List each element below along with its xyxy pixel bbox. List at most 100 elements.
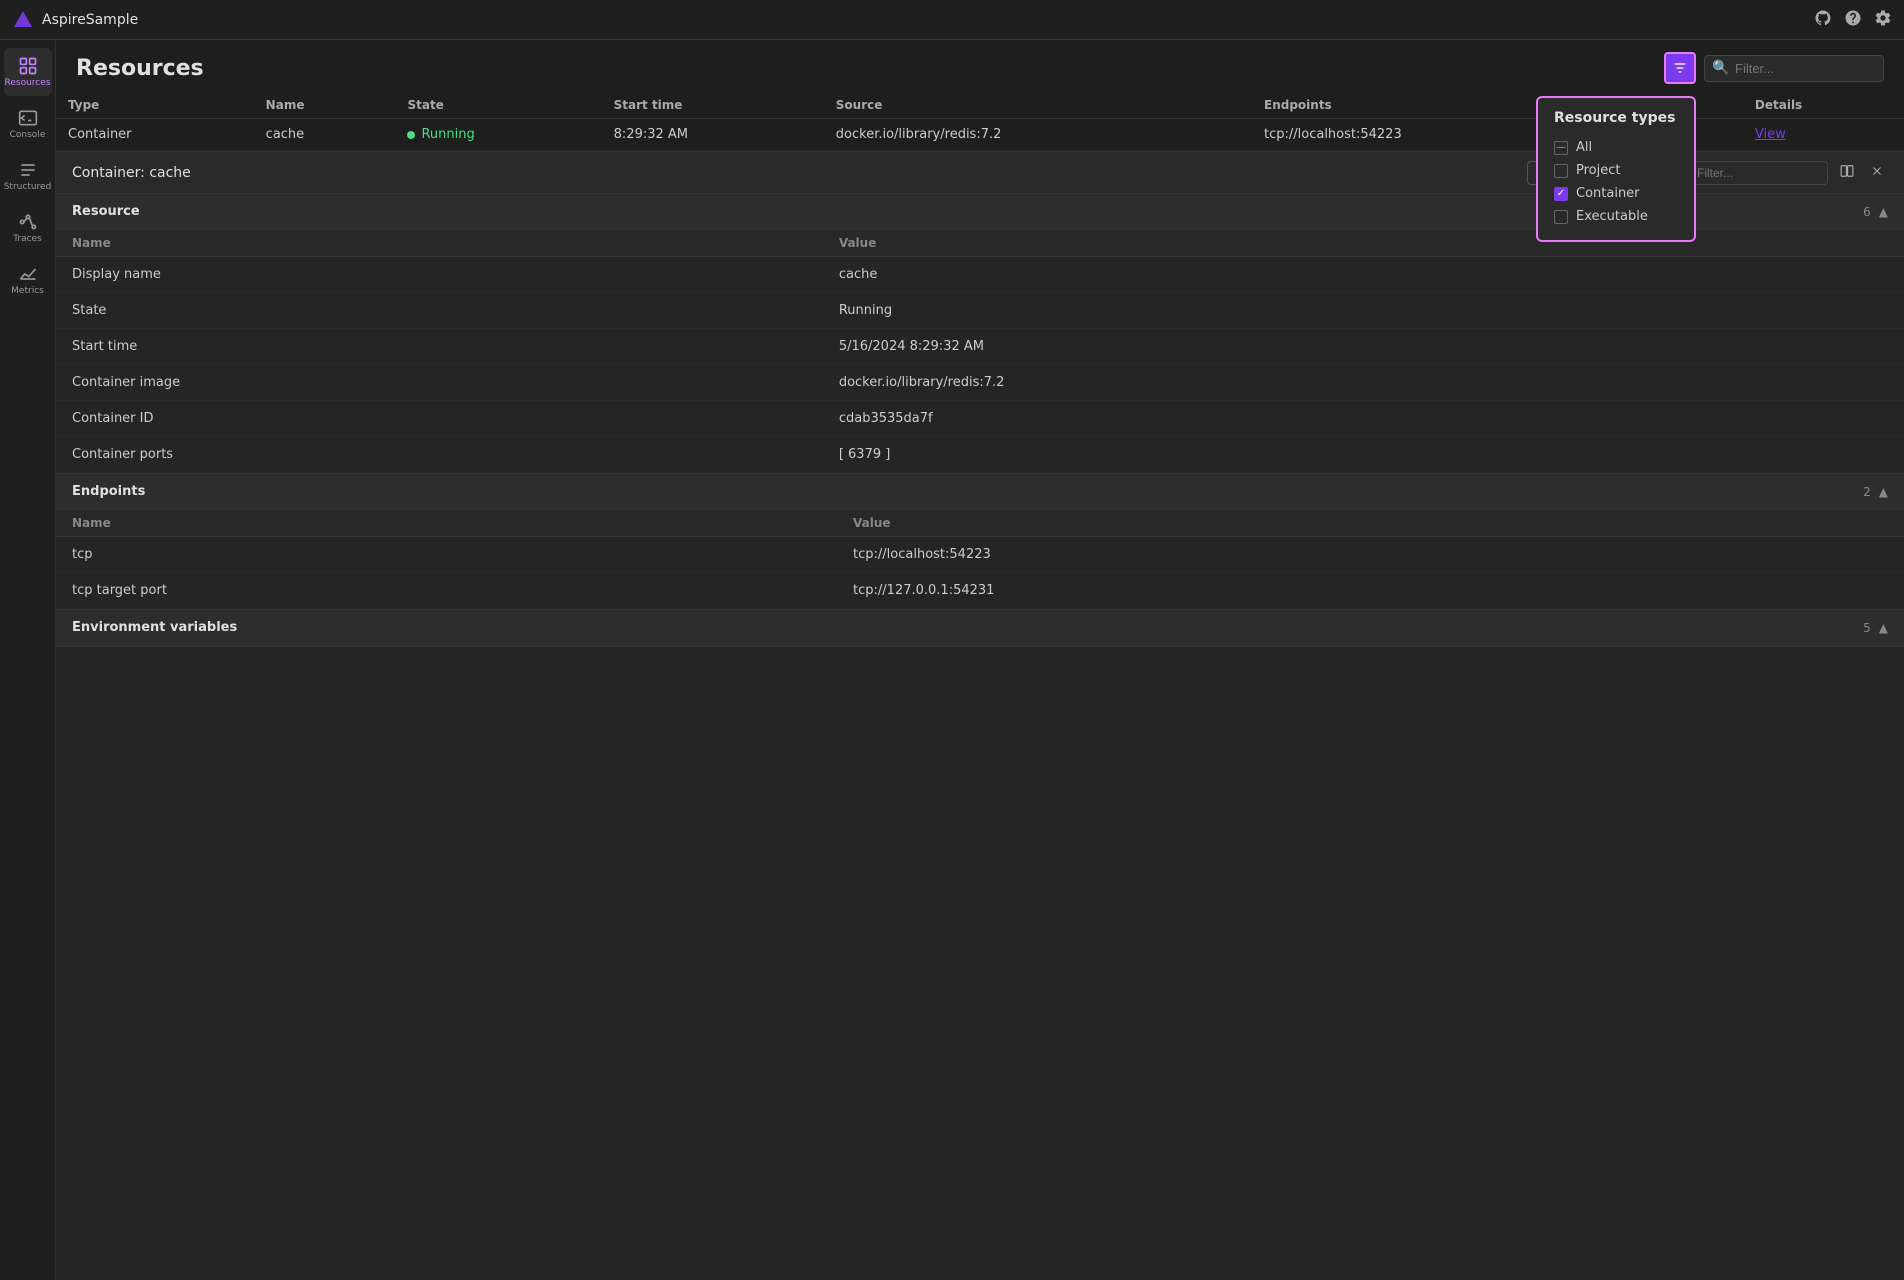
row-details[interactable]: View [1743, 119, 1904, 151]
col-start-time: Start time [602, 92, 824, 119]
endpoints-col-name: Name [56, 510, 837, 537]
help-icon[interactable] [1844, 9, 1862, 31]
resource-col-name: Name [56, 230, 823, 257]
main-layout: Resources Console Structured [0, 40, 1904, 1280]
resource-field-state: State [56, 293, 823, 329]
resource-field-display-name: Display name [56, 257, 823, 293]
sidebar-item-traces-label: Traces [13, 235, 42, 244]
resources-panel: Resources Resource types [56, 40, 1904, 151]
sidebar-item-structured[interactable]: Structured [4, 152, 52, 200]
app-logo [12, 9, 34, 31]
resource-row-start-time: Start time 5/16/2024 8:29:32 AM [56, 329, 1904, 365]
detail-content: Resource 6 ▲ Name Value [56, 194, 1904, 1280]
app-title: AspireSample [42, 12, 1806, 28]
resource-type-project[interactable]: Project [1554, 159, 1678, 182]
resource-type-executable-checkbox[interactable] [1554, 210, 1568, 224]
section-endpoints-title: Endpoints [72, 484, 1863, 499]
resources-title: Resources [76, 56, 1652, 81]
resource-value-container-image: docker.io/library/redis:7.2 [823, 365, 1904, 401]
resource-field-container-id: Container ID [56, 401, 823, 437]
resource-field-start-time: Start time [56, 329, 823, 365]
resource-type-all-label: All [1576, 140, 1592, 155]
endpoint-value-tcp: tcp://localhost:54223 [837, 537, 1904, 573]
resource-row-container-image: Container image docker.io/library/redis:… [56, 365, 1904, 401]
filter-input-wrap: 🔍 [1704, 55, 1884, 82]
details-view-link[interactable]: View [1755, 127, 1786, 142]
col-name: Name [254, 92, 396, 119]
resource-detail-table: Name Value Display name cache State [56, 230, 1904, 473]
col-details: Details [1743, 92, 1904, 119]
section-environment-count: 5 [1863, 621, 1871, 635]
resource-type-project-label: Project [1576, 163, 1620, 178]
endpoint-field-tcp: tcp [56, 537, 837, 573]
filter-area: Resource types All Project Container [1664, 52, 1884, 84]
resource-col-value: Value [823, 230, 1904, 257]
row-start-time: 8:29:32 AM [602, 119, 824, 151]
resource-row-container-id: Container ID cdab3535da7f [56, 401, 1904, 437]
section-resource-chevron: ▲ [1879, 205, 1888, 219]
resource-field-container-image: Container image [56, 365, 823, 401]
endpoint-row-tcp: tcp tcp://localhost:54223 [56, 537, 1904, 573]
resource-field-container-ports: Container ports [56, 437, 823, 473]
resource-row-container-ports: Container ports [ 6379 ] [56, 437, 1904, 473]
endpoints-col-value: Value [837, 510, 1904, 537]
sidebar-item-console[interactable]: Console [4, 100, 52, 148]
resource-type-executable-label: Executable [1576, 209, 1648, 224]
sidebar-item-console-label: Console [10, 131, 46, 140]
endpoint-row-tcp-target: tcp target port tcp://127.0.0.1:54231 [56, 573, 1904, 609]
content-area: Resources Resource types [56, 40, 1904, 1280]
resource-type-executable[interactable]: Executable [1554, 205, 1678, 228]
row-type: Container [56, 119, 254, 151]
state-dot [407, 131, 415, 139]
resource-type-container-label: Container [1576, 186, 1640, 201]
resource-types-title: Resource types [1554, 110, 1678, 126]
state-text: Running [421, 127, 474, 142]
detail-section-endpoints: Endpoints 2 ▲ Name Value [56, 474, 1904, 610]
filter-input[interactable] [1704, 55, 1884, 82]
detail-section-environment: Environment variables 5 ▲ [56, 610, 1904, 647]
sidebar-item-metrics-label: Metrics [11, 287, 44, 296]
resource-value-container-id: cdab3535da7f [823, 401, 1904, 437]
resources-header: Resources Resource types [56, 40, 1904, 92]
github-icon[interactable] [1814, 9, 1832, 31]
endpoints-detail-table: Name Value tcp tcp://localhost:54223 tcp… [56, 510, 1904, 609]
topbar: AspireSample [0, 0, 1904, 40]
resource-type-container[interactable]: Container [1554, 182, 1678, 205]
resource-types-popup: Resource types All Project Container [1536, 96, 1696, 242]
resource-type-project-checkbox[interactable] [1554, 164, 1568, 178]
resource-value-start-time: 5/16/2024 8:29:32 AM [823, 329, 1904, 365]
detail-panel: Container: cache View logs [56, 151, 1904, 1280]
row-state: Running [395, 119, 601, 151]
sidebar: Resources Console Structured [0, 40, 56, 1280]
settings-icon[interactable] [1874, 9, 1892, 31]
section-environment-chevron: ▲ [1879, 621, 1888, 635]
topbar-icons [1814, 9, 1892, 31]
detail-split-icon[interactable] [1836, 160, 1858, 185]
sidebar-item-resources[interactable]: Resources [4, 48, 52, 96]
col-source: Source [824, 92, 1252, 119]
resource-value-display-name: cache [823, 257, 1904, 293]
section-resource-count: 6 [1863, 205, 1871, 219]
resource-type-all-checkbox[interactable] [1554, 141, 1568, 155]
resource-value-container-ports: [ 6379 ] [823, 437, 1904, 473]
filter-search-icon: 🔍 [1712, 60, 1729, 76]
resource-type-filter-button[interactable] [1664, 52, 1696, 84]
resource-type-all[interactable]: All [1554, 136, 1678, 159]
sidebar-item-traces[interactable]: Traces [4, 204, 52, 252]
row-name: cache [254, 119, 396, 151]
col-state: State [395, 92, 601, 119]
section-header-environment[interactable]: Environment variables 5 ▲ [56, 610, 1904, 646]
section-header-endpoints[interactable]: Endpoints 2 ▲ [56, 474, 1904, 510]
sidebar-item-metrics[interactable]: Metrics [4, 256, 52, 304]
resource-type-container-checkbox[interactable] [1554, 187, 1568, 201]
detail-title: Container: cache [72, 165, 1519, 181]
sidebar-item-resources-label: Resources [5, 79, 51, 88]
section-endpoints-count: 2 [1863, 485, 1871, 499]
section-endpoints-chevron: ▲ [1879, 485, 1888, 499]
resource-row-state: State Running [56, 293, 1904, 329]
row-source: docker.io/library/redis:7.2 [824, 119, 1252, 151]
detail-close-button[interactable] [1866, 160, 1888, 185]
resource-value-state: Running [823, 293, 1904, 329]
endpoint-value-tcp-target: tcp://127.0.0.1:54231 [837, 573, 1904, 609]
endpoint-field-tcp-target: tcp target port [56, 573, 837, 609]
